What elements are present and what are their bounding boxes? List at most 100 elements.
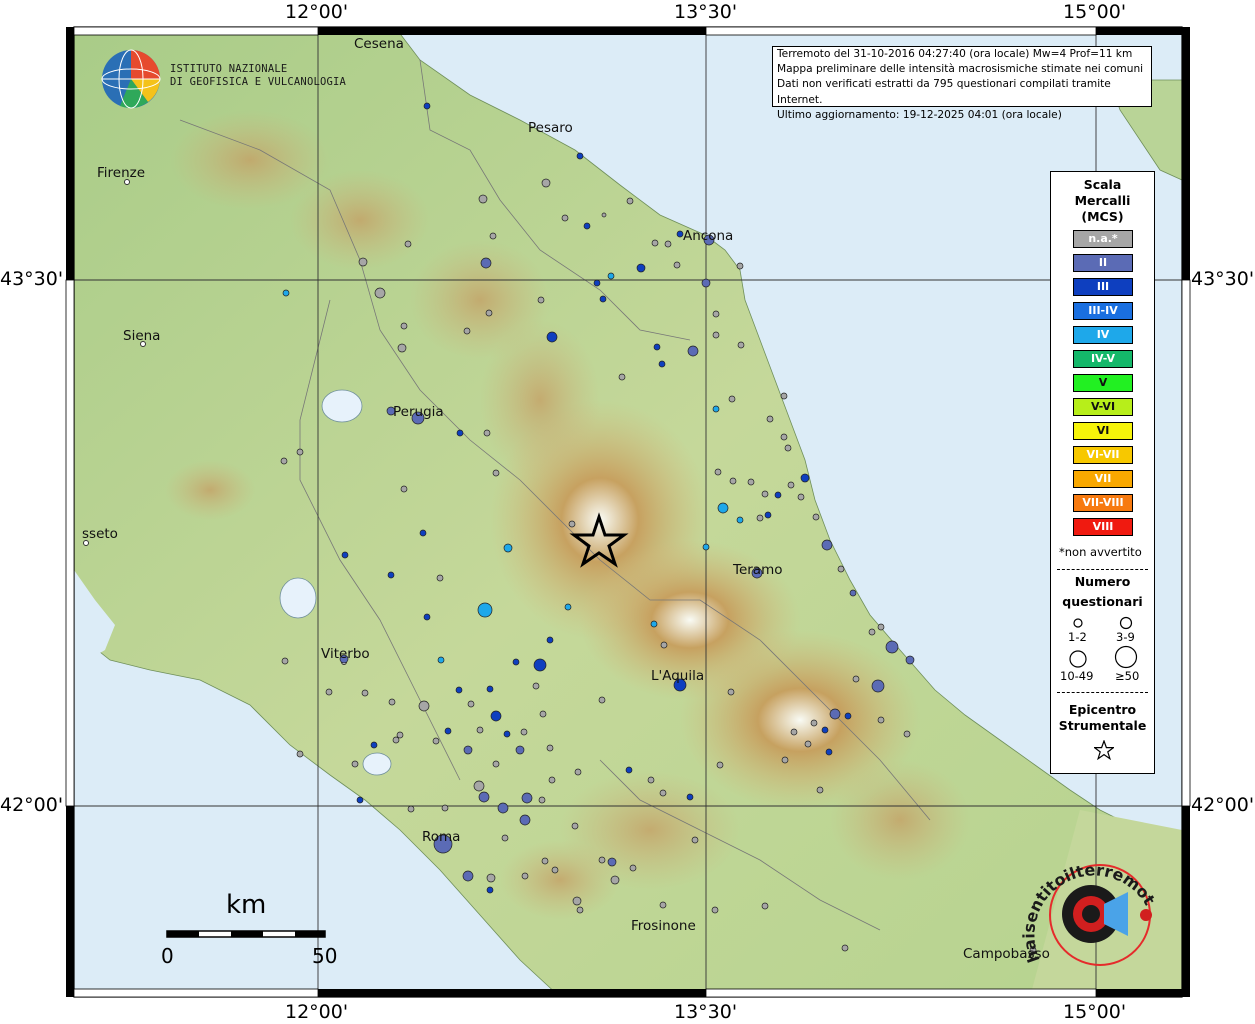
observation-dot	[905, 655, 915, 665]
svg-text:haisentitoilterremoto.it: haisentitoilterremoto.it	[1020, 850, 1159, 965]
legend-swatch-iv: IV	[1073, 326, 1133, 344]
observation-dot	[463, 327, 471, 335]
observation-dot	[829, 708, 841, 720]
observation-dot	[764, 511, 772, 519]
axis-right-4330: 43°30'	[1191, 268, 1255, 290]
observation-dot	[599, 295, 607, 303]
observation-dot	[281, 657, 289, 665]
city-label-roma: Roma	[422, 829, 461, 845]
event-info-line2: Mappa preliminare delle intensità macros…	[777, 63, 1144, 76]
observation-dot	[532, 682, 540, 690]
observation-dot	[593, 279, 601, 287]
observation-dot	[282, 289, 290, 297]
observation-dot	[816, 786, 824, 794]
event-info-line4: Ultimo aggiornamento: 19-12-2025 04:01 (…	[777, 108, 1062, 121]
observation-dot	[784, 444, 792, 452]
legend-epicenter-star-icon	[1094, 740, 1114, 760]
city-label-ancona: Ancona	[683, 228, 734, 244]
observation-dot	[521, 872, 529, 880]
observation-dot	[476, 726, 484, 734]
observation-dot	[296, 448, 304, 456]
observation-dot	[691, 836, 699, 844]
event-info-line1: Terremoto del 31-10-2016 04:27:40 (ora l…	[777, 48, 1133, 60]
observation-dot	[515, 745, 525, 755]
observation-dot	[804, 740, 812, 748]
observation-dot	[568, 520, 576, 528]
observation-dot	[423, 102, 431, 110]
observation-dot	[737, 341, 745, 349]
legend-title: Scala Mercalli (MCS)	[1051, 177, 1154, 225]
watermark-text-arc: haisentitoilterremoto.it	[1015, 835, 1160, 965]
observation-dot	[781, 756, 789, 764]
observation-dot	[711, 906, 719, 914]
observation-dot	[537, 296, 545, 304]
observation-dot	[576, 906, 584, 914]
axis-top-12: 12°00'	[285, 1, 349, 23]
observation-dot	[325, 688, 333, 696]
observation-dot	[797, 493, 805, 501]
observation-dot	[837, 565, 845, 573]
observation-dot	[546, 331, 558, 343]
city-label-teramo: Teramo	[733, 562, 783, 578]
city-label-cesena: Cesena	[354, 36, 404, 52]
observation-dot	[598, 856, 606, 864]
city-label-viterbo: Viterbo	[321, 646, 370, 662]
scale-bar-start: 0	[161, 944, 174, 968]
observation-dot	[716, 761, 724, 769]
observation-dot	[456, 429, 464, 437]
city-label-pesaro: Pesaro	[528, 120, 573, 136]
observation-dot	[852, 675, 860, 683]
axis-left-42: 42°00'	[0, 794, 64, 816]
observation-dot	[659, 901, 667, 909]
legend-count-50: ≥50	[1115, 669, 1140, 683]
observation-dot	[607, 272, 615, 280]
observation-dot	[728, 395, 736, 403]
observation-dot	[626, 197, 634, 205]
axis-bottom-1330: 13°30'	[674, 1001, 738, 1023]
observation-dot	[812, 513, 820, 521]
observation-dot	[463, 745, 473, 755]
observation-dot	[533, 658, 547, 672]
legend-swatch-n-a-: n.a.*	[1073, 230, 1133, 248]
observation-dot	[400, 322, 408, 330]
observation-dot	[868, 628, 876, 636]
legend-title-2: Mercalli	[1074, 193, 1131, 208]
observation-dot	[387, 571, 395, 579]
legend-swatch-iii-iv: III-IV	[1073, 302, 1133, 320]
observation-dot	[607, 857, 617, 867]
ingv-logo-line1: ISTITUTO NAZIONALE	[170, 63, 288, 75]
observation-dot	[477, 602, 493, 618]
observation-dot	[404, 240, 412, 248]
observation-dot	[374, 287, 386, 299]
event-info-box: Terremoto del 31-10-2016 04:27:40 (ora l…	[772, 46, 1152, 121]
observation-dot	[877, 623, 885, 631]
scale-bar	[166, 930, 326, 938]
legend-epi-title-2: Strumentale	[1058, 718, 1147, 733]
observation-dot	[780, 433, 788, 441]
observation-dot	[486, 685, 494, 693]
observation-dot	[397, 343, 407, 353]
observation-dot	[436, 574, 444, 582]
legend-panel: Scala Mercalli (MCS) n.a.* II III III-IV IV I…	[1050, 171, 1155, 774]
legend-swatch-ii: II	[1073, 254, 1133, 272]
observation-dot	[800, 473, 810, 483]
observation-dot	[407, 805, 415, 813]
observation-dot	[280, 457, 288, 465]
observation-dot	[485, 309, 493, 317]
observation-dot	[483, 429, 491, 437]
observation-dot	[388, 698, 396, 706]
observation-dot	[478, 791, 490, 803]
observation-dot	[541, 857, 549, 865]
observation-dot	[844, 712, 852, 720]
observation-dot	[650, 620, 658, 628]
axis-bottom-15: 15°00'	[1063, 1001, 1127, 1023]
observation-dot	[564, 603, 572, 611]
observation-dot	[396, 731, 404, 739]
watermark: haisentitoilterremoto.it	[1015, 835, 1170, 980]
legend-divider-2	[1057, 692, 1148, 693]
event-info-line3: Dati non verificati estratti da 795 ques…	[777, 78, 1111, 106]
observation-dot	[351, 760, 359, 768]
observation-dot	[714, 468, 722, 476]
observation-dot	[702, 543, 710, 551]
observation-dot	[489, 232, 497, 240]
